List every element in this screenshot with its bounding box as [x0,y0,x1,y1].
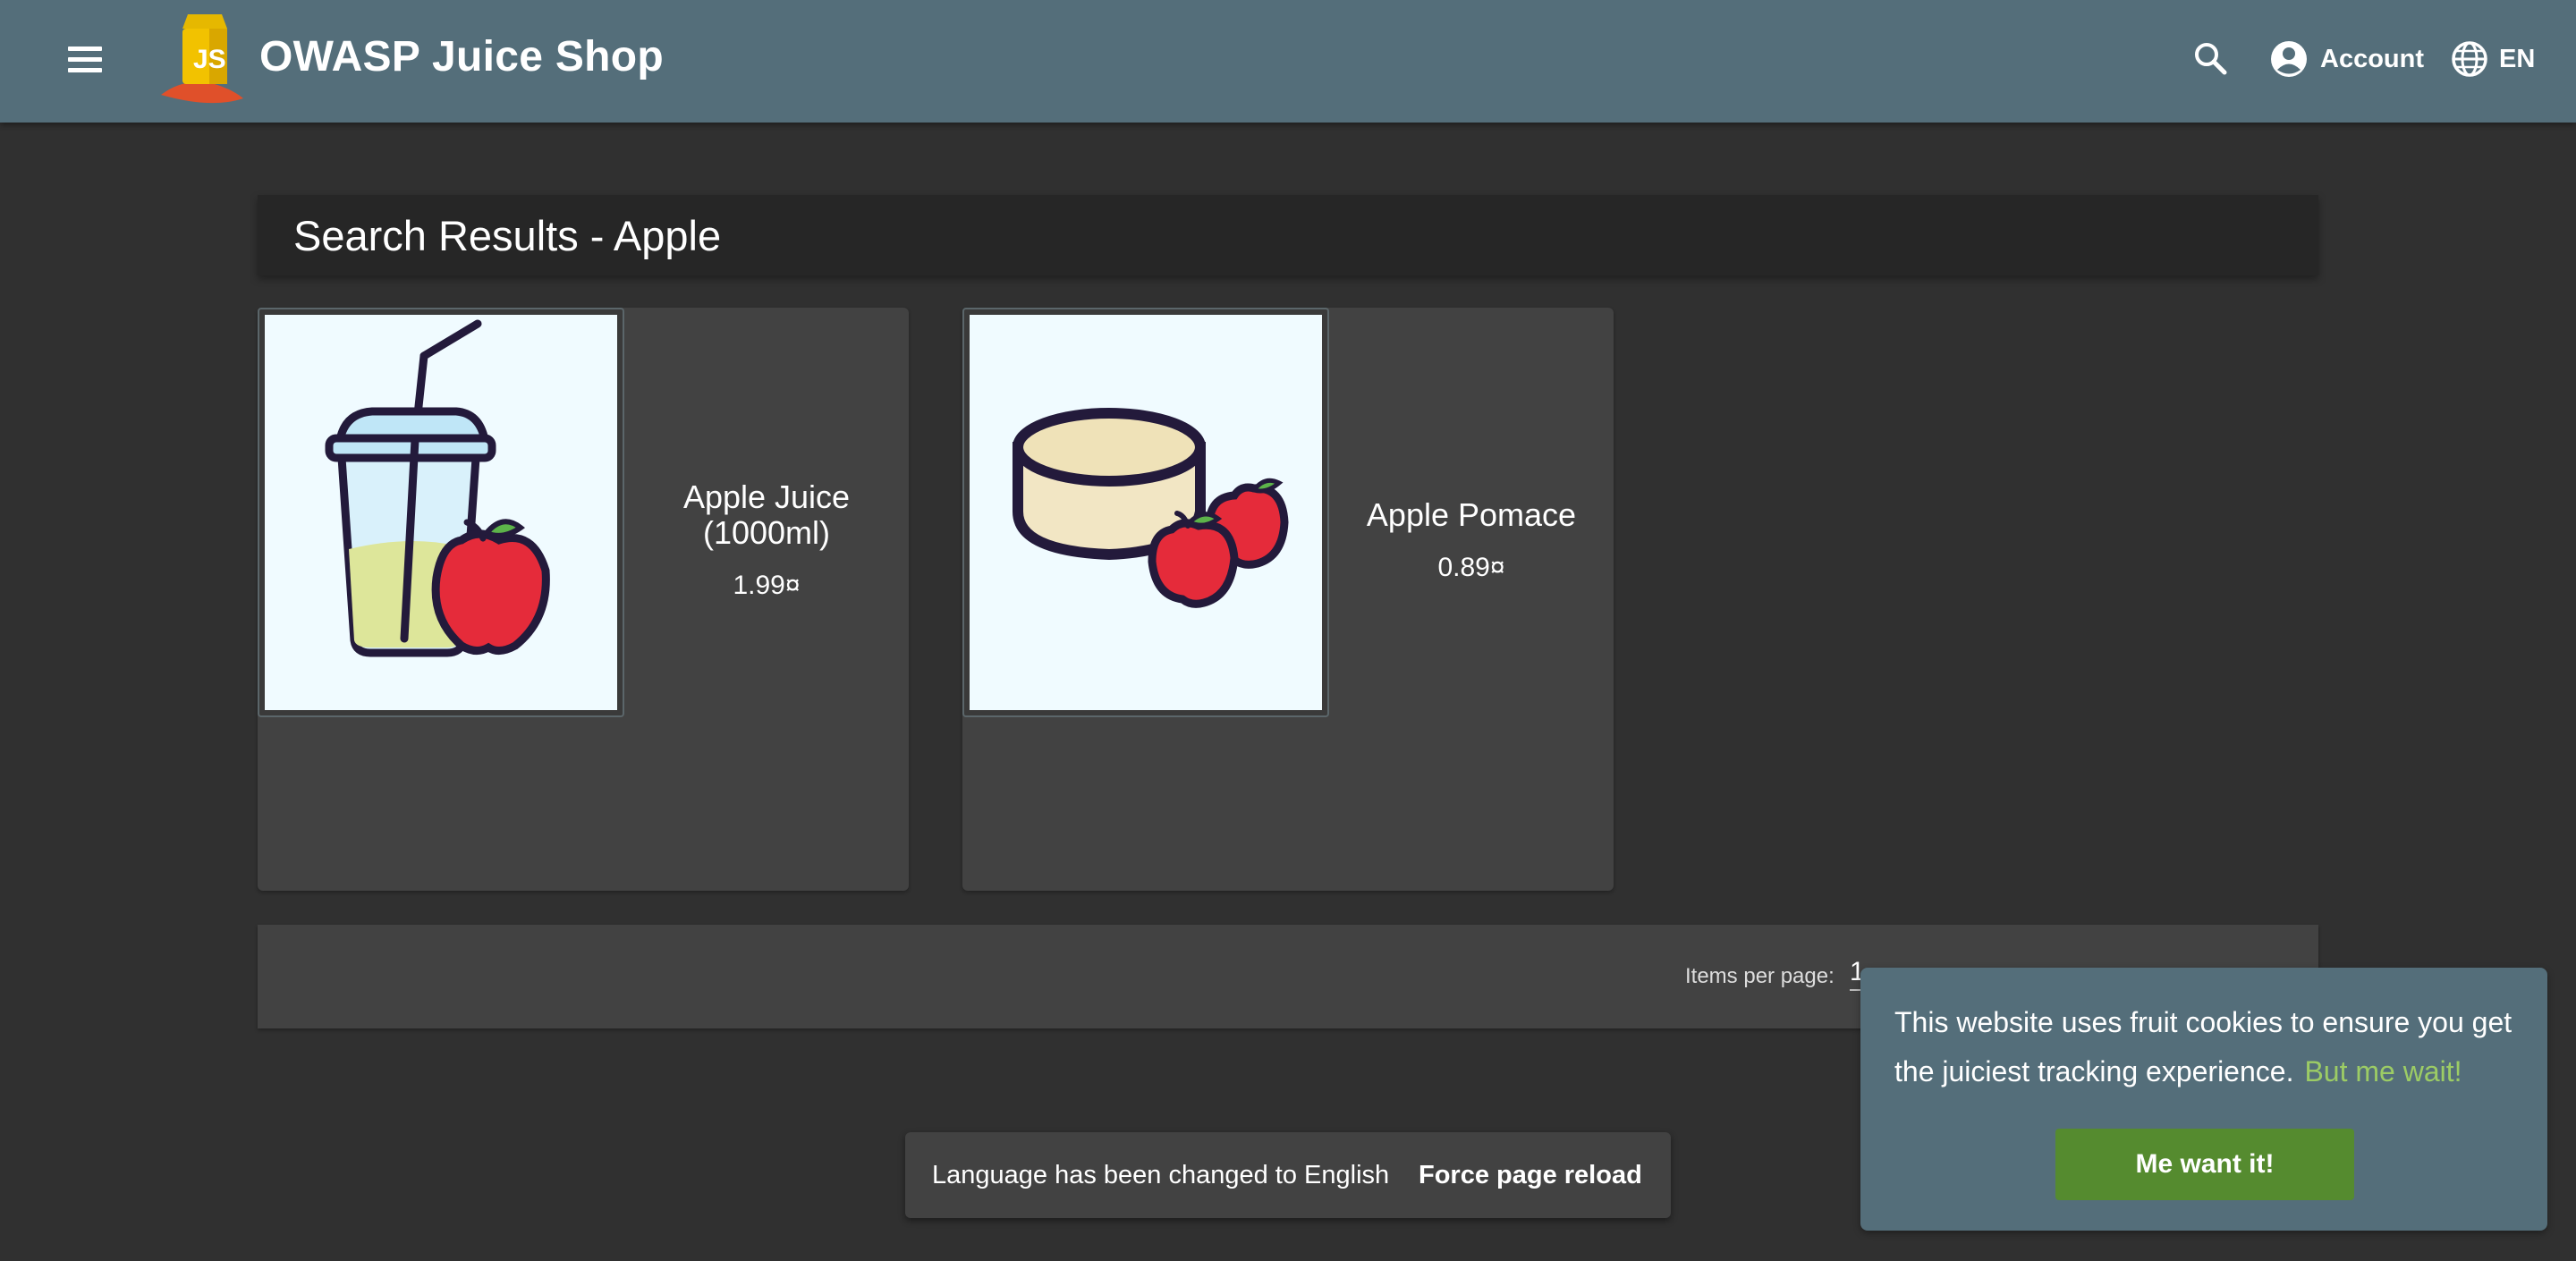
globe-icon [2452,41,2487,77]
language-label: EN [2499,44,2536,73]
product-card-apple-juice[interactable]: Apple Juice (1000ml) 1.99¤ [258,308,909,891]
cookie-learn-more-link[interactable]: But me wait! [2304,1055,2462,1088]
product-price: 0.89¤ [1437,553,1505,582]
product-card-apple-pomace[interactable]: Apple Pomace 0.89¤ [962,308,1614,891]
language-button[interactable]: EN [2451,36,2535,82]
app-title[interactable]: OWASP Juice Shop [259,32,664,81]
force-reload-button[interactable]: Force page reload [1419,1161,1642,1190]
product-name: Apple Pomace [1366,496,1577,533]
apple-pomace-image-icon [1013,408,1289,608]
svg-text:JS: JS [193,45,226,74]
menu-icon-bar [68,68,102,72]
product-price: 1.99¤ [733,571,801,600]
cookie-accept-button[interactable]: Me want it! [2055,1129,2354,1200]
account-circle-icon [2271,41,2307,77]
menu-button[interactable] [59,38,113,84]
product-name: Apple Juice (1000ml) [682,478,851,551]
account-label: Account [2320,44,2424,73]
apple-juice-image-icon [325,319,550,657]
product-image-frame [962,308,1329,717]
top-toolbar: JS OWASP Juice Shop Account EN [0,0,2576,123]
product-info: Apple Pomace 0.89¤ [1329,497,1614,583]
product-image [970,315,1322,710]
snackbar-message: Language has been changed to English [932,1161,1390,1189]
account-button[interactable]: Account [2270,36,2424,82]
product-info: Apple Juice (1000ml) 1.99¤ [624,479,909,601]
search-results-header: Search Results - Apple [258,195,2318,275]
product-image-frame [258,308,624,717]
language-snackbar: Language has been changed to English For… [905,1132,1671,1218]
menu-icon-bar [68,57,102,62]
search-results-title: Search Results - Apple [293,212,722,259]
menu-icon-bar [68,47,102,51]
cookie-message-block: This website uses fruit cookies to ensur… [1894,998,2529,1096]
product-image [265,315,617,710]
items-per-page-label: Items per page: [1685,964,1835,988]
search-icon[interactable] [2188,36,2234,82]
cookie-consent-banner: This website uses fruit cookies to ensur… [1860,968,2547,1231]
juice-shop-logo-icon[interactable]: JS [157,9,254,106]
